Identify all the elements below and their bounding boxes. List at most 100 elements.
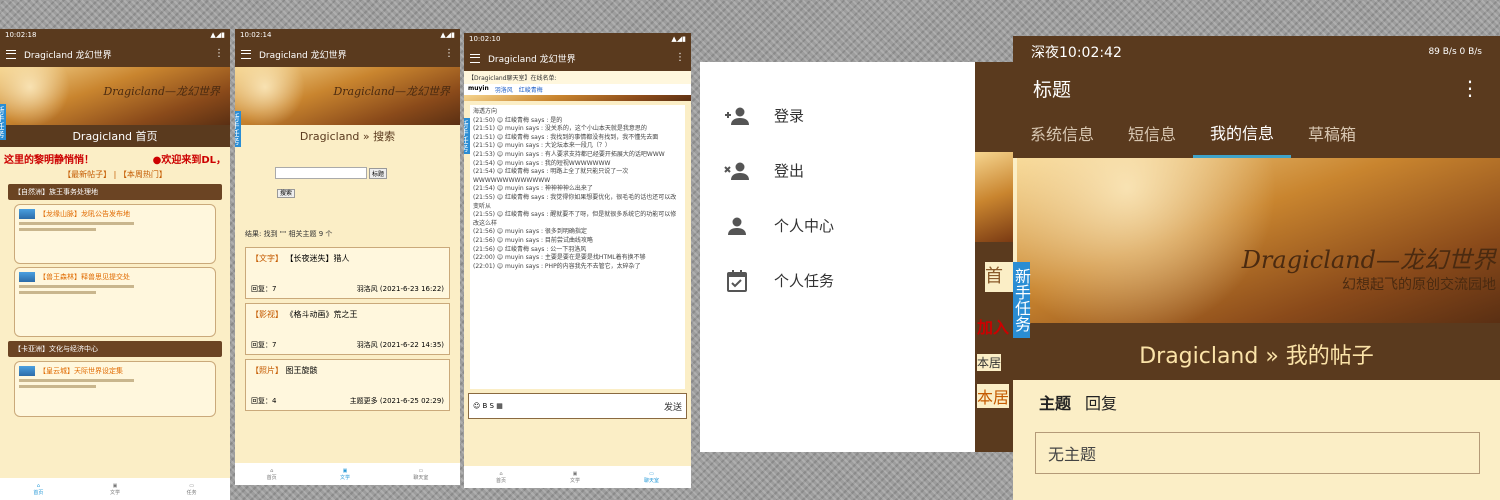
menu-item-login[interactable]: 登录 [700,88,975,143]
online-users: muyin 羽洛风 红峻青梅 [464,84,691,95]
search-type-select[interactable]: 标题 [369,167,388,179]
page-title: Dragicland » 我的帖子 [1013,323,1500,380]
page-title: Dragicland 首页 [0,125,230,147]
message-tabs: 系统信息 短信息 我的信息 草稿箱 [1013,108,1500,158]
banner-image: Dragicland—龙幻世界 幻想起飞的原创交流园地 [1017,158,1500,323]
status-time: 10:02:18 [5,31,37,39]
phone-messages-screen: 深夜10:02:42 89 B/s 0 B/s 标题 ⋮ 系统信息 短信息 我的… [1013,36,1500,500]
net-speed: 89 B/s 0 B/s [1428,47,1482,57]
backdrop-text: 加入 [977,318,1010,337]
chat-message: (21:56) ☺ 红峻青梅 says : 公一下羽洛风 [473,245,587,253]
tab-topics[interactable]: 主题 [1039,390,1071,414]
online-user[interactable]: 红峻青梅 [519,85,543,94]
menu-icon[interactable] [6,49,16,59]
app-title: Dragicland 龙幻世界 [259,50,347,61]
chat-message: (21:50) ☺ 红峻青梅 says : 是的 [473,116,563,124]
chat-message: 海透方向 [473,108,498,115]
person-icon [724,215,750,237]
tab-chat[interactable]: ▭ 聊天室 [644,471,659,484]
tab-literature[interactable]: ▣ 文学 [110,483,120,496]
status-icons: ▲◢▮ [210,31,225,39]
chat-messages: 海透方向 (21:50) ☺ 红峻青梅 says : 是的 (21:51) ☺ … [470,105,685,389]
more-icon[interactable]: ⋮ [214,49,224,59]
status-bar: 10:02:18 ▲◢▮ [0,29,230,41]
result-item[interactable]: 【照片】 图王旋骸 回复：4 主题更多 (2021-6-25 02:29) [245,359,450,411]
quick-links: 【最新帖子】 | 【本周热门】 [63,170,167,179]
tab-tasks[interactable]: ▭ 任务 [187,483,197,496]
person-add-icon [724,105,750,127]
menu-icon[interactable] [470,53,480,63]
app-title: Dragicland 龙幻世界 [488,54,576,65]
tab-drafts[interactable]: 草稿箱 [1291,108,1373,158]
forum-card[interactable]: 【兽王森林】释兽思见提交处 [14,267,216,337]
chat-message: (21:51) ☺ muyin says : 大论坛本来一段几（？） [473,142,611,150]
banner-image: Dragicland—龙幻世界 [235,67,460,125]
tab-home[interactable]: ⌂ 首页 [496,471,506,484]
menu-icon[interactable] [241,49,251,59]
chat-message: (21:54) ☺ muyin says : 我的短视WWWWWWW [473,159,611,167]
tab-system-info[interactable]: 系统信息 [1013,108,1111,158]
latest-posts-link[interactable]: 【最新帖子】 [63,170,111,179]
topic-list-item[interactable]: 无主题 [1035,432,1480,474]
chat-message: (22:00) ☺ muyin says : 主要是要在是要是找HTML着有换不… [473,254,646,262]
phone-search-screen: 10:02:14 ▲◢▮ Dragicland 龙幻世界 ⋮ Dragicland… [235,29,460,485]
tab-short-message[interactable]: 短信息 [1111,108,1193,158]
search-input[interactable] [275,167,367,179]
chat-message: (21:56) ☺ muyin says : 很多到明确指定 [473,228,587,236]
tab-chat[interactable]: ▭ 聊天室 [413,468,428,481]
backdrop-text: 首 [985,262,1013,292]
page-title: Dragicland » 搜索 [299,130,396,143]
result-item[interactable]: 【影视】 《格斗动画》荒之王 回复：7 羽洛风 (2021-6-22 14:35) [245,303,450,355]
tab-my-info[interactable]: 我的信息 [1193,108,1292,158]
app-bar: Dragicland 龙幻世界 ⋮ [0,41,230,67]
forum-card[interactable]: 【龙缘山脉】龙吼公告发布地 [14,204,216,264]
chat-input[interactable]: ☺ B S ▦ 发送 [468,393,687,419]
tab-literature[interactable]: ▣ 文学 [570,471,580,484]
status-bar: 10:02:10 ▲◢▮ [464,33,691,45]
chat-message: (21:53) ☺ muyin says : 有人要求支持都已经要开拓展大的话吧… [473,150,665,158]
more-icon[interactable]: ⋮ [1460,78,1480,98]
marquee: 这里的黎明静悄悄！ ●欢迎来到DL， [4,155,226,166]
result-item[interactable]: 【文字】 【长夜迷失】猎人 回复：7 羽洛风 (2021-6-23 16:22) [245,247,450,299]
more-icon[interactable]: ⋮ [675,53,685,63]
forum-section-header: 【卡亚洲】文化与经济中心 [8,341,222,357]
side-tab-newbie[interactable]: 新手任务 [235,111,241,147]
post-type-tabs: 主题 回复 [1013,380,1500,424]
online-user[interactable]: muyin [468,85,489,94]
online-user[interactable]: 羽洛风 [495,85,513,94]
side-tab-newbie[interactable]: 新手任务 [0,104,6,140]
tab-replies[interactable]: 回复 [1085,390,1117,414]
search-button[interactable]: 搜索 [277,189,296,198]
side-tab-newbie[interactable]: 新手任务 [464,118,470,154]
chat-message: (21:51) ☺ muyin says : 没关系的，这个小山本天就是我意思的 [473,125,647,133]
app-bar: Dragicland 龙幻世界 ⋮ [464,45,691,71]
banner-strip [464,95,691,101]
forum-card[interactable]: 【皇云城】天际世界设定集 [14,361,216,417]
result-summary: 结果: 找到 "" 相关主题 9 个 [245,230,333,238]
tab-literature[interactable]: ▣ 文学 [340,468,350,481]
phone-chat-screen: 10:02:10 ▲◢▮ Dragicland 龙幻世界 ⋮ 【Dragiclan… [464,33,691,488]
backdrop-text: 本居 [977,384,1010,408]
side-tab-newbie[interactable]: 新手任务 [1013,262,1031,338]
tab-home[interactable]: ⌂ 首页 [267,468,277,481]
app-bar: Dragicland 龙幻世界 ⋮ [235,41,460,67]
status-bar: 10:02:14 ▲◢▮ [235,29,460,41]
menu-item-profile[interactable]: 个人中心 [700,198,975,253]
tab-home[interactable]: ⌂ 首页 [33,483,43,496]
emoji-toolbar[interactable]: ☺ B S ▦ [473,402,503,410]
app-bar: 标题 ⋮ [1013,68,1500,108]
menu-item-logout[interactable]: 登出 [700,143,975,198]
banner-image: Dragicland—龙幻世界 [0,67,230,125]
menu-item-tasks[interactable]: 个人任务 [700,253,975,308]
more-icon[interactable]: ⋮ [444,49,454,59]
bottom-tab-bar: ⌂ 首页 ▣ 文学 ▭ 任务 [0,478,230,500]
chat-message: (21:55) ☺ 红峻青梅 says : 醒就要不了呀，但是就很多系统它的功能… [473,211,677,227]
bottom-tab-bar: ⌂ 首页 ▣ 文学 ▭ 聊天室 [464,466,691,488]
menu-backdrop[interactable]: 首 加入 本居 本居 [975,62,1013,452]
weekly-hot-link[interactable]: 【本周热门】 [119,170,167,179]
bottom-tab-bar: ⌂ 首页 ▣ 文学 ▭ 聊天室 [235,463,460,485]
send-button[interactable]: 发送 [664,400,682,413]
person-remove-icon [724,160,750,182]
chat-message: (21:54) ☺ 红峻青梅 says : 明路上全了就只能只说了一次WWWWW… [473,168,629,184]
user-menu: 登录 登出 个人中心 个人任务 [700,62,975,452]
